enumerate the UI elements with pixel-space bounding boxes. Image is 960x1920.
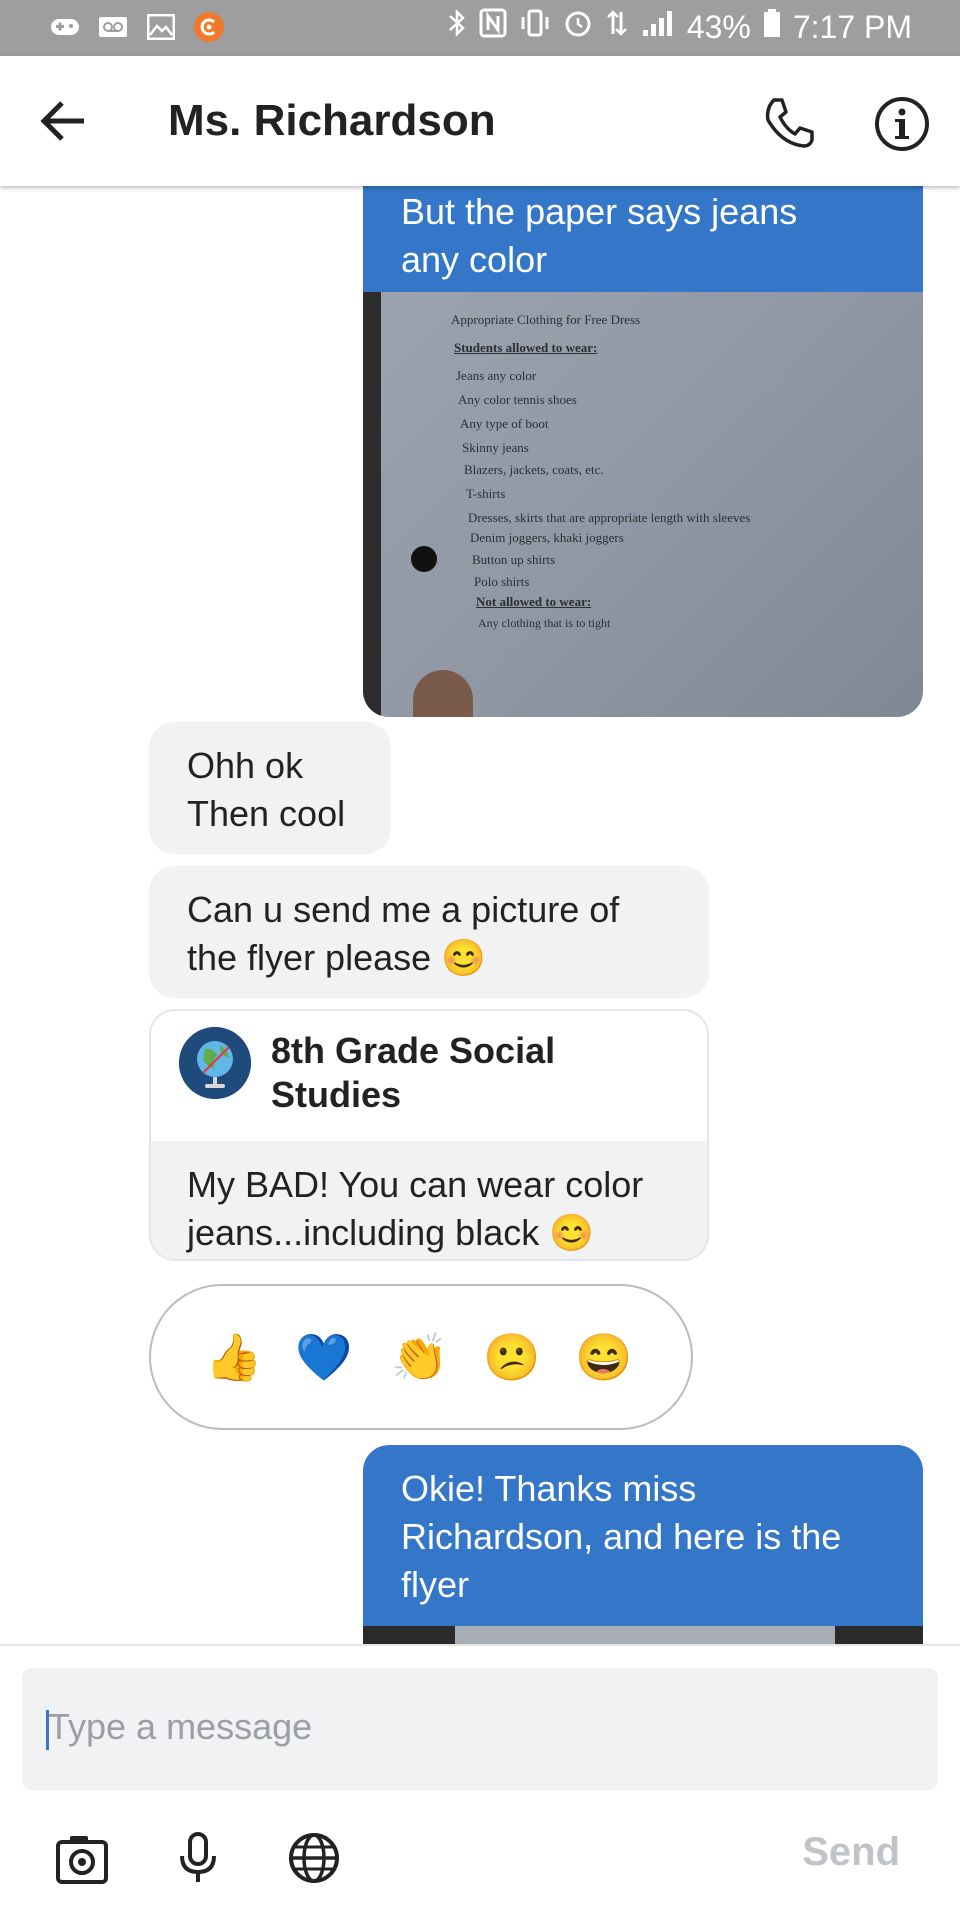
group-message-card[interactable]: 8th Grade Social Studies My BAD! You can… <box>149 1009 709 1261</box>
arrow-left-icon <box>40 101 84 141</box>
globe-icon <box>179 1027 251 1099</box>
clap-reaction[interactable]: 👏 <box>391 1329 448 1385</box>
message-line: any color <box>401 239 548 280</box>
photo-attachment[interactable]: Appropriate Clothing for Free Dress Stud… <box>363 292 923 717</box>
globe-icon <box>289 1833 339 1883</box>
call-button[interactable] <box>762 96 816 150</box>
message-line: My BAD! You can wear color <box>187 1164 644 1205</box>
paper-text: Button up shirts <box>472 552 556 567</box>
back-button[interactable] <box>38 98 88 144</box>
heart-reaction[interactable]: 💙 <box>295 1329 352 1385</box>
laugh-reaction[interactable]: 😄 <box>575 1329 632 1385</box>
alarm-icon <box>563 8 593 46</box>
message-line: Can u send me a picture of <box>187 889 620 930</box>
message-input[interactable]: Type a message <box>22 1668 938 1790</box>
clock: 7:17 PM <box>792 8 912 45</box>
app-notification-icon <box>192 12 226 42</box>
battery-icon <box>763 8 781 46</box>
message-line: Then cool <box>187 793 346 834</box>
message-line: jeans...including black 😊 <box>187 1212 595 1253</box>
message-line: flyer <box>401 1564 470 1605</box>
thumbs-up-reaction[interactable]: 👍 <box>205 1329 262 1385</box>
translate-button[interactable] <box>286 1830 342 1886</box>
camera-icon <box>56 1836 108 1884</box>
outgoing-message[interactable]: Okie! Thanks miss Richardson, and here i… <box>363 1445 923 1626</box>
card-header: 8th Grade Social Studies <box>151 1011 707 1143</box>
divider <box>0 1644 960 1646</box>
camera-button[interactable] <box>54 1830 110 1886</box>
outgoing-message[interactable]: But the paper says jeans any color <box>363 186 923 292</box>
signal-icon <box>641 8 675 46</box>
message-line: But the paper says jeans <box>401 191 798 232</box>
paper-text: Not allowed to wear: <box>476 594 592 609</box>
message-list[interactable]: But the paper says jeans any color Appro… <box>0 186 960 1644</box>
photo-paper <box>455 1626 835 1644</box>
phone-icon <box>765 98 814 148</box>
message-line: Richardson, and here is the <box>401 1516 842 1557</box>
punch-hole <box>411 546 437 572</box>
send-button[interactable]: Send <box>802 1830 900 1875</box>
info-button[interactable] <box>874 96 930 152</box>
microphone-button[interactable] <box>170 1830 226 1886</box>
notification-icons <box>48 12 226 42</box>
incoming-message[interactable]: Can u send me a picture of the flyer ple… <box>149 866 709 998</box>
paper-text: Students allowed to wear: <box>454 340 598 355</box>
paper-text: Any clothing that is to tight <box>478 616 611 630</box>
system-status: 43% 7:17 PM <box>447 8 912 46</box>
bluetooth-icon <box>447 8 467 46</box>
battery-percent: 43% <box>686 8 751 45</box>
nfc-icon <box>479 8 507 46</box>
paper-text: T-shirts <box>466 486 506 501</box>
photo-shadow <box>363 292 381 717</box>
paper-text: Appropriate Clothing for Free Dress <box>451 312 641 327</box>
card-title: 8th Grade Social Studies <box>271 1030 556 1115</box>
paper-text: Any type of boot <box>460 416 549 431</box>
photo-attachment[interactable] <box>363 1626 923 1644</box>
paper-text: Polo shirts <box>474 574 530 589</box>
paper-text: Blazers, jackets, coats, etc. <box>464 462 604 477</box>
paper-text: Skinny jeans <box>462 440 529 455</box>
status-bar: 43% 7:17 PM <box>0 0 960 56</box>
paper-text: Any color tennis shoes <box>458 392 577 407</box>
paper-text: Dresses, skirts that are appropriate len… <box>468 510 751 525</box>
image-icon <box>144 12 178 42</box>
message-placeholder: Type a message <box>48 1706 313 1747</box>
confused-reaction[interactable]: 😕 <box>483 1329 540 1385</box>
reaction-bar: 👍 💙 👏 😕 😄 <box>149 1284 693 1430</box>
voicemail-icon <box>96 12 130 42</box>
microphone-icon <box>180 1832 216 1882</box>
globe-avatar <box>179 1027 251 1099</box>
data-transfer-icon <box>605 8 629 46</box>
card-message: My BAD! You can wear color jeans...inclu… <box>151 1141 707 1259</box>
vibrate-icon <box>519 8 551 46</box>
game-controller-icon <box>48 12 82 42</box>
conversation-header: Ms. Richardson <box>0 56 960 186</box>
paper-text: Denim joggers, khaki joggers <box>470 530 624 545</box>
info-icon <box>875 97 929 151</box>
thumb <box>413 670 473 717</box>
message-line: the flyer please 😊 <box>187 937 486 978</box>
paper-text: Jeans any color <box>456 368 537 383</box>
page-title: Ms. Richardson <box>168 96 496 145</box>
message-line: Ohh ok <box>187 745 304 786</box>
message-line: Okie! Thanks miss <box>401 1468 697 1509</box>
incoming-message[interactable]: Ohh ok Then cool <box>149 722 391 854</box>
